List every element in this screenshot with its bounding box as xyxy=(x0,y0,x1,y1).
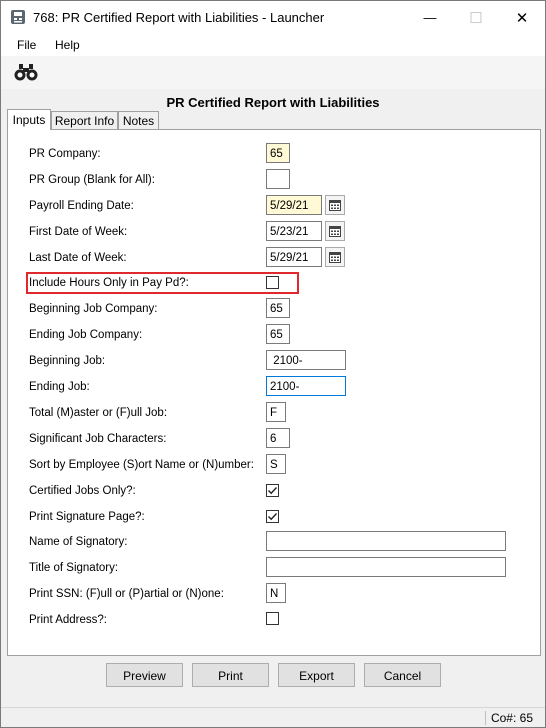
last-date-of-week-field[interactable]: 5/29/21 xyxy=(266,247,322,267)
ending-job-field[interactable]: 2100- xyxy=(266,376,346,396)
print-ssn-field[interactable]: N xyxy=(266,583,286,603)
checkmark-icon xyxy=(268,513,278,521)
name-of-signatory-field[interactable] xyxy=(266,531,506,551)
inputs-panel: PR Company: 65 PR Group (Blank for All):… xyxy=(7,129,541,656)
include-hours-only-label: Include Hours Only in Pay Pd?: xyxy=(29,277,189,289)
cancel-button[interactable]: Cancel xyxy=(364,663,441,687)
maximize-icon: ☐ xyxy=(469,9,483,27)
certified-jobs-only-checkbox[interactable] xyxy=(266,484,279,497)
app-icon xyxy=(11,10,25,24)
binoculars-icon[interactable] xyxy=(14,63,38,81)
print-signature-page-label: Print Signature Page?: xyxy=(29,511,145,523)
sort-by-employee-label: Sort by Employee (S)ort Name or (N)umber… xyxy=(29,459,254,471)
master-or-full-job-label: Total (M)aster or (F)ull Job: xyxy=(29,407,168,419)
menu-file[interactable]: File xyxy=(17,38,36,52)
checkmark-icon xyxy=(268,487,278,495)
beginning-job-label: Beginning Job: xyxy=(29,355,106,367)
sort-by-employee-field[interactable]: S xyxy=(266,454,286,474)
ending-job-company-label: Ending Job Company: xyxy=(29,329,143,341)
tab-inputs[interactable]: Inputs xyxy=(7,109,51,130)
title-of-signatory-label: Title of Signatory: xyxy=(29,562,119,574)
beginning-job-company-field[interactable]: 65 xyxy=(266,298,290,318)
preview-button[interactable]: Preview xyxy=(106,663,183,687)
pr-group-field[interactable] xyxy=(266,169,290,189)
pr-company-field[interactable]: 65 xyxy=(266,143,290,163)
company-status: Co#: 65 xyxy=(484,711,533,725)
pr-group-label: PR Group (Blank for All): xyxy=(29,174,155,186)
close-icon: ✕ xyxy=(515,9,529,27)
payroll-ending-date-calendar-button[interactable] xyxy=(325,195,345,215)
first-date-of-week-label: First Date of Week: xyxy=(29,226,128,238)
ending-job-label: Ending Job: xyxy=(29,381,90,393)
maximize-button[interactable]: ☐ xyxy=(453,1,499,34)
report-title: PR Certified Report with Liabilities xyxy=(166,95,380,110)
payroll-ending-date-field[interactable]: 5/29/21 xyxy=(266,195,322,215)
first-date-of-week-field[interactable]: 5/23/21 xyxy=(266,221,322,241)
significant-job-chars-field[interactable]: 6 xyxy=(266,428,290,448)
include-hours-only-checkbox[interactable] xyxy=(266,276,279,289)
master-or-full-job-field[interactable]: F xyxy=(266,402,286,422)
title-of-signatory-field[interactable] xyxy=(266,557,506,577)
calendar-icon xyxy=(329,252,341,263)
tab-report-info[interactable]: Report Info xyxy=(51,111,118,130)
pr-company-label: PR Company: xyxy=(29,148,101,160)
calendar-icon xyxy=(329,226,341,237)
menu-help[interactable]: Help xyxy=(55,38,80,52)
tab-notes[interactable]: Notes xyxy=(118,111,159,130)
export-button[interactable]: Export xyxy=(278,663,355,687)
payroll-ending-date-label: Payroll Ending Date: xyxy=(29,200,134,212)
minimize-button[interactable]: — xyxy=(407,1,453,34)
title-bar: 768: PR Certified Report with Liabilitie… xyxy=(1,1,545,34)
name-of-signatory-label: Name of Signatory: xyxy=(29,536,128,548)
beginning-job-field[interactable]: 2100- xyxy=(266,350,346,370)
print-button[interactable]: Print xyxy=(192,663,269,687)
print-signature-page-checkbox[interactable] xyxy=(266,510,279,523)
print-ssn-label: Print SSN: (F)ull or (P)artial or (N)one… xyxy=(29,588,224,600)
minimize-icon: — xyxy=(423,10,437,25)
print-address-checkbox[interactable] xyxy=(266,612,279,625)
calendar-icon xyxy=(329,200,341,211)
beginning-job-company-label: Beginning Job Company: xyxy=(29,303,158,315)
last-date-of-week-label: Last Date of Week: xyxy=(29,252,127,264)
launcher-window: 768: PR Certified Report with Liabilitie… xyxy=(0,0,546,728)
certified-jobs-only-label: Certified Jobs Only?: xyxy=(29,485,136,497)
significant-job-chars-label: Significant Job Characters: xyxy=(29,433,167,445)
window-title: 768: PR Certified Report with Liabilitie… xyxy=(33,10,325,25)
toolbar xyxy=(1,56,545,89)
print-address-label: Print Address?: xyxy=(29,614,107,626)
status-bar: Co#: 65 xyxy=(1,707,545,727)
ending-job-company-field[interactable]: 65 xyxy=(266,324,290,344)
close-button[interactable]: ✕ xyxy=(499,1,545,34)
menu-bar: File Help xyxy=(1,34,545,56)
first-date-of-week-calendar-button[interactable] xyxy=(325,221,345,241)
last-date-of-week-calendar-button[interactable] xyxy=(325,247,345,267)
